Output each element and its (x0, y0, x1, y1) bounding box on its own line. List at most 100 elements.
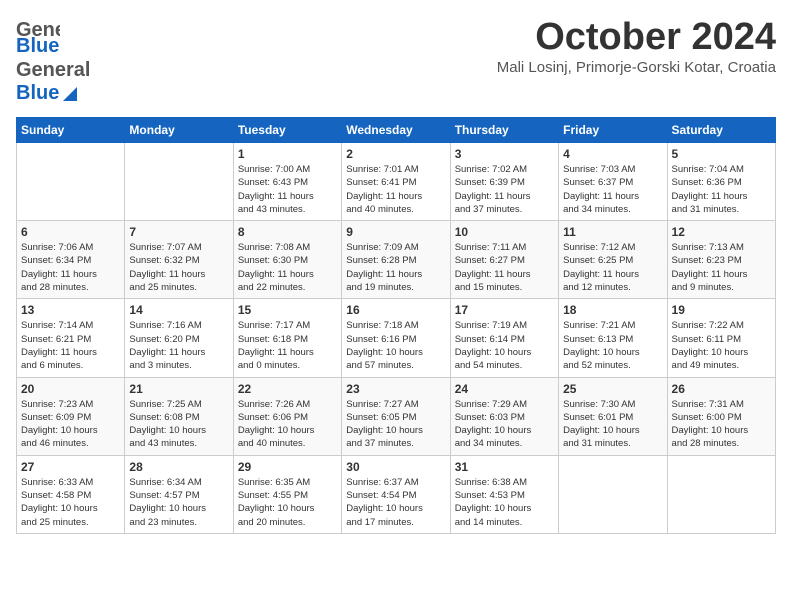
day-cell: 6 Sunrise: 7:06 AM Sunset: 6:34 PM Daylig… (17, 221, 125, 299)
day-info: Sunrise: 7:04 AM Sunset: 6:36 PM Dayligh… (672, 163, 771, 216)
day-info: Sunrise: 7:14 AM Sunset: 6:21 PM Dayligh… (21, 319, 120, 372)
week-row-3: 20Sunrise: 7:23 AM Sunset: 6:09 PM Dayli… (17, 377, 776, 455)
day-number: 21 (129, 382, 228, 396)
day-cell: 2 Sunrise: 7:01 AM Sunset: 6:41 PM Daylig… (342, 143, 450, 221)
day-info: Sunrise: 7:22 AM Sunset: 6:11 PM Dayligh… (672, 319, 771, 372)
header-day-saturday: Saturday (667, 118, 775, 143)
day-cell: 8 Sunrise: 7:08 AM Sunset: 6:30 PM Daylig… (233, 221, 341, 299)
day-cell: 3 Sunrise: 7:02 AM Sunset: 6:39 PM Daylig… (450, 143, 558, 221)
day-cell (125, 143, 233, 221)
day-cell: 20Sunrise: 7:23 AM Sunset: 6:09 PM Dayli… (17, 377, 125, 455)
header-day-sunday: Sunday (17, 118, 125, 143)
header-day-monday: Monday (125, 118, 233, 143)
day-cell: 27Sunrise: 6:33 AM Sunset: 4:58 PM Dayli… (17, 455, 125, 533)
day-info: Sunrise: 7:12 AM Sunset: 6:25 PM Dayligh… (563, 241, 662, 294)
logo-general: General (16, 59, 90, 82)
day-info: Sunrise: 7:19 AM Sunset: 6:14 PM Dayligh… (455, 319, 554, 372)
day-number: 15 (238, 303, 337, 317)
day-info: Sunrise: 6:33 AM Sunset: 4:58 PM Dayligh… (21, 476, 120, 529)
header-day-wednesday: Wednesday (342, 118, 450, 143)
day-info: Sunrise: 7:13 AM Sunset: 6:23 PM Dayligh… (672, 241, 771, 294)
day-number: 5 (672, 147, 771, 161)
day-cell: 28 Sunrise: 6:34 AM Sunset: 4:57 PM Dayli… (125, 455, 233, 533)
day-info: Sunrise: 7:25 AM Sunset: 6:08 PM Dayligh… (129, 398, 228, 451)
day-info: Sunrise: 7:06 AM Sunset: 6:34 PM Dayligh… (21, 241, 120, 294)
day-info: Sunrise: 7:11 AM Sunset: 6:27 PM Dayligh… (455, 241, 554, 294)
day-number: 10 (455, 225, 554, 239)
day-cell: 9 Sunrise: 7:09 AM Sunset: 6:28 PM Daylig… (342, 221, 450, 299)
logo: General Blue General Blue (16, 16, 94, 105)
month-title: October 2024 (497, 16, 776, 59)
week-row-1: 6 Sunrise: 7:06 AM Sunset: 6:34 PM Daylig… (17, 221, 776, 299)
day-info: Sunrise: 7:07 AM Sunset: 6:32 PM Dayligh… (129, 241, 228, 294)
header-row: SundayMondayTuesdayWednesdayThursdayFrid… (17, 118, 776, 143)
day-number: 14 (129, 303, 228, 317)
week-row-4: 27Sunrise: 6:33 AM Sunset: 4:58 PM Dayli… (17, 455, 776, 533)
day-number: 26 (672, 382, 771, 396)
day-cell: 5 Sunrise: 7:04 AM Sunset: 6:36 PM Daylig… (667, 143, 775, 221)
day-info: Sunrise: 7:02 AM Sunset: 6:39 PM Dayligh… (455, 163, 554, 216)
week-row-0: 1 Sunrise: 7:00 AM Sunset: 6:43 PM Daylig… (17, 143, 776, 221)
day-cell (559, 455, 667, 533)
day-info: Sunrise: 7:00 AM Sunset: 6:43 PM Dayligh… (238, 163, 337, 216)
day-number: 6 (21, 225, 120, 239)
day-info: Sunrise: 7:09 AM Sunset: 6:28 PM Dayligh… (346, 241, 445, 294)
logo-arrow-icon (61, 85, 79, 103)
day-number: 4 (563, 147, 662, 161)
svg-text:Blue: Blue (16, 35, 59, 54)
day-info: Sunrise: 7:27 AM Sunset: 6:05 PM Dayligh… (346, 398, 445, 451)
day-number: 8 (238, 225, 337, 239)
day-info: Sunrise: 7:30 AM Sunset: 6:01 PM Dayligh… (563, 398, 662, 451)
day-number: 18 (563, 303, 662, 317)
day-cell: 14Sunrise: 7:16 AM Sunset: 6:20 PM Dayli… (125, 299, 233, 377)
day-number: 17 (455, 303, 554, 317)
day-cell: 17 Sunrise: 7:19 AM Sunset: 6:14 PM Dayli… (450, 299, 558, 377)
day-info: Sunrise: 7:03 AM Sunset: 6:37 PM Dayligh… (563, 163, 662, 216)
day-number: 12 (672, 225, 771, 239)
day-info: Sunrise: 7:18 AM Sunset: 6:16 PM Dayligh… (346, 319, 445, 372)
day-cell: 29Sunrise: 6:35 AM Sunset: 4:55 PM Dayli… (233, 455, 341, 533)
day-cell: 11 Sunrise: 7:12 AM Sunset: 6:25 PM Dayli… (559, 221, 667, 299)
day-info: Sunrise: 6:34 AM Sunset: 4:57 PM Dayligh… (129, 476, 228, 529)
day-number: 31 (455, 460, 554, 474)
header-day-tuesday: Tuesday (233, 118, 341, 143)
header-day-thursday: Thursday (450, 118, 558, 143)
day-cell: 30Sunrise: 6:37 AM Sunset: 4:54 PM Dayli… (342, 455, 450, 533)
day-number: 16 (346, 303, 445, 317)
day-cell: 7 Sunrise: 7:07 AM Sunset: 6:32 PM Daylig… (125, 221, 233, 299)
day-number: 1 (238, 147, 337, 161)
day-number: 9 (346, 225, 445, 239)
week-row-2: 13Sunrise: 7:14 AM Sunset: 6:21 PM Dayli… (17, 299, 776, 377)
day-number: 20 (21, 382, 120, 396)
day-info: Sunrise: 7:21 AM Sunset: 6:13 PM Dayligh… (563, 319, 662, 372)
day-info: Sunrise: 7:08 AM Sunset: 6:30 PM Dayligh… (238, 241, 337, 294)
day-number: 3 (455, 147, 554, 161)
day-cell: 26Sunrise: 7:31 AM Sunset: 6:00 PM Dayli… (667, 377, 775, 455)
title-block: October 2024 Mali Losinj, Primorje-Gorsk… (497, 16, 776, 76)
day-number: 2 (346, 147, 445, 161)
day-number: 19 (672, 303, 771, 317)
calendar-header: SundayMondayTuesdayWednesdayThursdayFrid… (17, 118, 776, 143)
day-number: 24 (455, 382, 554, 396)
day-cell: 16 Sunrise: 7:18 AM Sunset: 6:16 PM Dayli… (342, 299, 450, 377)
logo-icon: General Blue (16, 16, 60, 54)
header-day-friday: Friday (559, 118, 667, 143)
page-header: General Blue General Blue October 2024 M… (16, 16, 776, 105)
day-info: Sunrise: 7:01 AM Sunset: 6:41 PM Dayligh… (346, 163, 445, 216)
day-number: 25 (563, 382, 662, 396)
location-title: Mali Losinj, Primorje-Gorski Kotar, Croa… (497, 59, 776, 76)
day-cell (17, 143, 125, 221)
day-cell: 19 Sunrise: 7:22 AM Sunset: 6:11 PM Dayli… (667, 299, 775, 377)
day-info: Sunrise: 7:29 AM Sunset: 6:03 PM Dayligh… (455, 398, 554, 451)
day-info: Sunrise: 6:35 AM Sunset: 4:55 PM Dayligh… (238, 476, 337, 529)
day-cell: 4 Sunrise: 7:03 AM Sunset: 6:37 PM Daylig… (559, 143, 667, 221)
day-info: Sunrise: 6:38 AM Sunset: 4:53 PM Dayligh… (455, 476, 554, 529)
day-cell: 13Sunrise: 7:14 AM Sunset: 6:21 PM Dayli… (17, 299, 125, 377)
day-cell: 24 Sunrise: 7:29 AM Sunset: 6:03 PM Dayli… (450, 377, 558, 455)
day-number: 7 (129, 225, 228, 239)
day-number: 28 (129, 460, 228, 474)
day-cell: 23Sunrise: 7:27 AM Sunset: 6:05 PM Dayli… (342, 377, 450, 455)
day-info: Sunrise: 6:37 AM Sunset: 4:54 PM Dayligh… (346, 476, 445, 529)
day-number: 11 (563, 225, 662, 239)
logo-blue: Blue (16, 82, 59, 105)
